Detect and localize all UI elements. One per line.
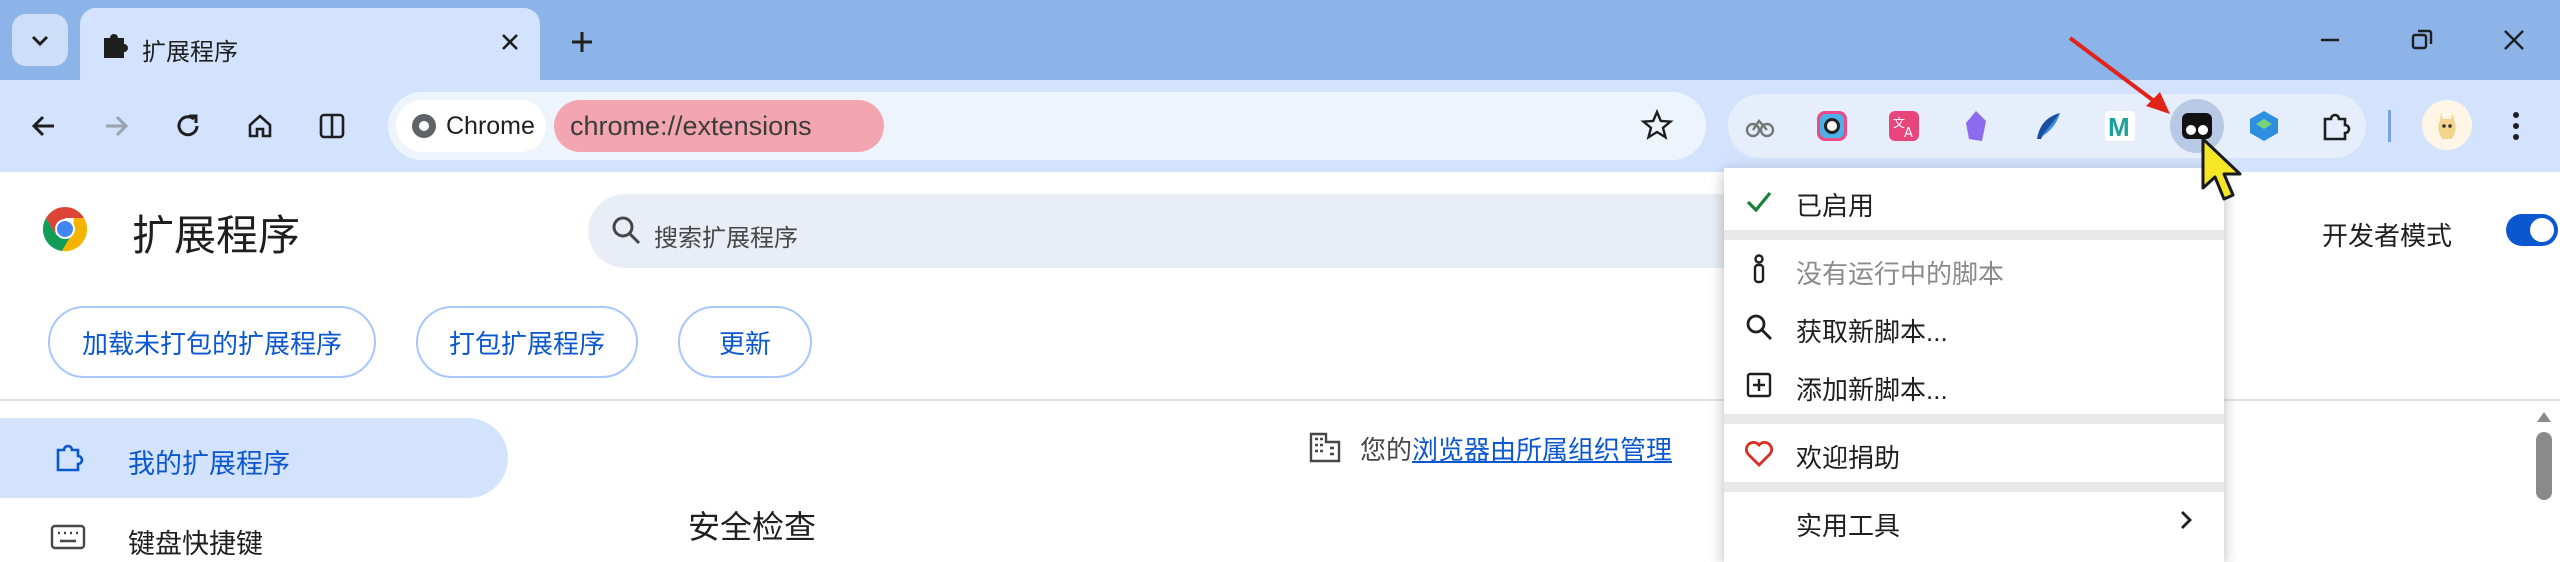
- restore-icon: [2411, 29, 2433, 50]
- toolbar: Chrome chrome://extensions 文A M: [0, 80, 2560, 172]
- menu-separator: [1724, 414, 2224, 424]
- extensions-puzzle-icon[interactable]: [2314, 104, 2358, 148]
- update-button[interactable]: 更新: [678, 306, 812, 378]
- menu-item-utilities[interactable]: 实用工具: [1724, 492, 2224, 550]
- reload-button[interactable]: [164, 102, 212, 150]
- chrome-icon: [412, 114, 436, 138]
- menu-label-no-scripts: 没有运行中的脚本: [1796, 259, 2005, 289]
- menu-item-donate[interactable]: 欢迎捐助: [1724, 424, 2224, 482]
- split-view-icon: [319, 113, 345, 139]
- extensions-toolbar: 文A M: [1728, 94, 2366, 158]
- home-icon: [248, 114, 272, 138]
- address-bar[interactable]: Chrome chrome://extensions: [388, 92, 1706, 160]
- chrome-logo-icon: [40, 204, 90, 254]
- plus-icon: [572, 32, 592, 52]
- close-window-button[interactable]: [2484, 16, 2544, 64]
- search-placeholder: 搜索扩展程序: [654, 225, 798, 252]
- managed-link[interactable]: 浏览器由所属组织管理: [1412, 435, 1672, 465]
- tab-title: 扩展程序: [142, 39, 238, 66]
- menu-label-get-scripts: 获取新脚本...: [1796, 317, 1948, 347]
- extension-feather-icon[interactable]: [2026, 104, 2070, 148]
- profile-avatar[interactable]: [2422, 100, 2472, 150]
- chevron-right-icon: [2178, 508, 2194, 532]
- restore-button[interactable]: [2392, 16, 2452, 64]
- bookmark-star-icon[interactable]: [1640, 108, 1674, 142]
- svg-text:A: A: [1904, 126, 1913, 141]
- chip-label: Chrome: [446, 111, 535, 140]
- menu-item-enabled[interactable]: 已启用: [1724, 172, 2224, 230]
- menu-label-enabled: 已启用: [1796, 191, 1875, 221]
- search-extensions-field[interactable]: 搜索扩展程序: [588, 194, 1728, 268]
- arrow-right-icon: [106, 115, 129, 137]
- menu-separator: [1724, 230, 2224, 240]
- scroll-up-arrow-icon[interactable]: [2536, 410, 2552, 424]
- side-panel-button[interactable]: [308, 102, 356, 150]
- extension-color-picker-icon[interactable]: [1810, 104, 1854, 148]
- toolbar-divider: [2388, 110, 2391, 142]
- sidebar-label-keyboard-shortcuts[interactable]: 键盘快捷键: [128, 522, 263, 561]
- back-button[interactable]: [20, 102, 68, 150]
- sidebar-label-my-extensions[interactable]: 我的扩展程序: [128, 442, 290, 481]
- page-title: 扩展程序: [132, 212, 301, 259]
- arrow-left-icon: [31, 115, 54, 137]
- close-icon: [2504, 30, 2524, 50]
- title-bar: 扩展程序: [0, 0, 2560, 80]
- minimize-button[interactable]: [2300, 16, 2360, 64]
- search-icon: [610, 214, 642, 246]
- minimize-icon: [2321, 38, 2339, 42]
- extension-translate-icon[interactable]: 文A: [1882, 104, 1926, 148]
- menu-label-utilities: 实用工具: [1796, 511, 1901, 541]
- info-icon: [1744, 254, 1774, 284]
- tab-close-icon[interactable]: [494, 26, 526, 58]
- developer-mode-label: 开发者模式: [2322, 221, 2453, 251]
- extension-bikes-icon[interactable]: [1738, 104, 1782, 148]
- menu-item-get-scripts[interactable]: 获取新脚本...: [1724, 298, 2224, 356]
- heart-icon: [1744, 438, 1774, 468]
- puzzle-icon: [52, 440, 86, 474]
- check-icon: [1744, 186, 1774, 216]
- puzzle-icon: [98, 28, 130, 60]
- mouse-cursor-icon: [2200, 136, 2246, 204]
- extension-obsidian-icon[interactable]: [1954, 104, 1998, 148]
- red-arrow-annotation: [2066, 34, 2176, 120]
- reload-icon: [177, 114, 199, 137]
- menu-item-no-scripts: 没有运行中的脚本: [1724, 240, 2224, 298]
- developer-mode-toggle[interactable]: [2506, 214, 2558, 246]
- new-tab-button[interactable]: [562, 22, 602, 62]
- forward-button[interactable]: [92, 102, 140, 150]
- keyboard-icon: [50, 524, 86, 550]
- scrollbar-thumb[interactable]: [2536, 432, 2552, 500]
- menu-item-add-script[interactable]: 添加新脚本...: [1724, 356, 2224, 414]
- tab-search-button[interactable]: [12, 14, 68, 66]
- chevron-down-icon: [31, 35, 49, 47]
- more-vert-icon: [2513, 112, 2519, 140]
- menu-label-donate: 欢迎捐助: [1796, 443, 1901, 473]
- pack-extension-button[interactable]: 打包扩展程序: [416, 306, 638, 378]
- safety-check-heading: 安全检查: [688, 509, 817, 545]
- llama-avatar-icon: [2438, 113, 2456, 139]
- site-info-chip[interactable]: Chrome: [396, 100, 546, 152]
- menu-label-add-script: 添加新脚本...: [1796, 375, 1948, 405]
- url-text[interactable]: chrome://extensions: [554, 100, 884, 152]
- plus-box-icon: [1744, 370, 1774, 400]
- home-button[interactable]: [236, 102, 284, 150]
- building-icon: [1308, 430, 1342, 464]
- tampermonkey-menu: 已启用 没有运行中的脚本 获取新脚本... 添加新脚本... 欢迎捐助 实用工具: [1724, 168, 2224, 562]
- menu-separator: [1724, 482, 2224, 492]
- tab-extensions[interactable]: 扩展程序: [80, 8, 540, 80]
- managed-notice: 您的浏览器由所属组织管理: [1360, 430, 1672, 467]
- extension-cube-icon[interactable]: [2242, 104, 2286, 148]
- managed-prefix: 您的: [1360, 435, 1413, 465]
- search-icon: [1744, 312, 1774, 342]
- browser-menu-button[interactable]: [2500, 102, 2532, 150]
- load-unpacked-button[interactable]: 加载未打包的扩展程序: [48, 306, 376, 378]
